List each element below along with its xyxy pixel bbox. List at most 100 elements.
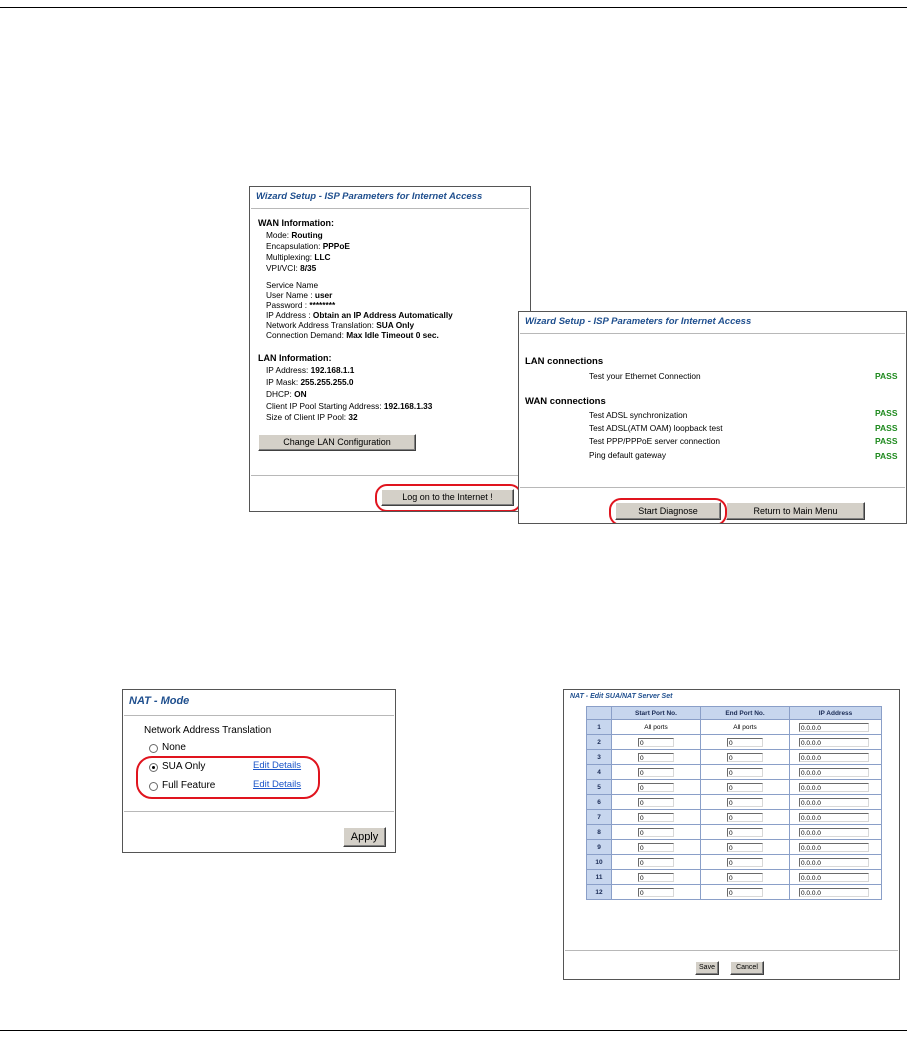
ip-address-input[interactable]: 0.0.0.0 (799, 737, 869, 747)
start-port-input[interactable]: 0 (638, 737, 674, 747)
table-row: 11 0 0 0.0.0.0 (586, 869, 882, 885)
end-port-cell: 0 (700, 869, 790, 885)
ip-cell: 0.0.0.0 (789, 779, 882, 795)
edit-details-link-sua[interactable]: Edit Details (253, 760, 301, 771)
row-index: 6 (586, 794, 612, 810)
diagnose-panel-title: Wizard Setup - ISP Parameters for Intern… (525, 316, 752, 327)
log-on-to-internet-button[interactable]: Log on to the Internet ! (381, 489, 514, 506)
column-header: IP Address (789, 706, 882, 720)
end-port-cell: All ports (700, 719, 790, 735)
row-index: 5 (586, 779, 612, 795)
table-row: 4 0 0 0.0.0.0 (586, 764, 882, 780)
start-port-input[interactable]: 0 (638, 887, 674, 897)
row-value: PPPoE (322, 241, 350, 251)
apply-button[interactable]: Apply (343, 827, 386, 847)
start-port-cell: 0 (611, 764, 701, 780)
ip-address-input[interactable]: 0.0.0.0 (799, 752, 869, 762)
wan-info-row: Password : ******** (266, 300, 335, 310)
end-port-cell: 0 (700, 764, 790, 780)
row-value: Max Idle Timeout 0 sec. (346, 330, 439, 340)
nat-mode-panel: NAT - Mode Network Address Translation N… (122, 689, 396, 853)
end-port-input[interactable]: 0 (727, 782, 763, 792)
wan-info-row: Mode: Routing (266, 230, 323, 240)
ip-address-input[interactable]: 0.0.0.0 (799, 857, 869, 867)
end-port-input[interactable]: 0 (727, 842, 763, 852)
divider (520, 487, 905, 488)
column-header: Start Port No. (611, 706, 701, 720)
end-port-input[interactable]: 0 (727, 767, 763, 777)
start-diagnose-button[interactable]: Start Diagnose (615, 502, 721, 520)
row-index: 4 (586, 764, 612, 780)
start-port-input[interactable]: 0 (638, 857, 674, 867)
row-label: VPI/VCI: (266, 263, 301, 273)
table-row: 7 0 0 0.0.0.0 (586, 809, 882, 825)
ip-address-input[interactable]: 0.0.0.0 (799, 827, 869, 837)
end-port-input[interactable]: 0 (727, 857, 763, 867)
ip-cell: 0.0.0.0 (789, 884, 882, 900)
start-port-input[interactable]: 0 (638, 782, 674, 792)
start-port-input[interactable]: 0 (638, 812, 674, 822)
return-to-main-menu-button[interactable]: Return to Main Menu (726, 502, 865, 520)
row-label: Encapsulation: (266, 241, 323, 251)
row-label: Client IP Pool Starting Address: (266, 401, 384, 411)
end-port-cell: 0 (700, 779, 790, 795)
row-label: User Name : (266, 290, 315, 300)
wan-connections-heading: WAN connections (525, 396, 606, 407)
row-label: IP Mask: (266, 377, 301, 387)
cancel-button[interactable]: Cancel (730, 961, 764, 975)
start-port-input[interactable]: 0 (638, 752, 674, 762)
end-port-input[interactable]: 0 (727, 827, 763, 837)
end-port-input[interactable]: 0 (727, 737, 763, 747)
radio-full-feature[interactable] (149, 782, 158, 791)
ip-address-input[interactable]: 0.0.0.0 (799, 722, 869, 732)
end-port-input[interactable]: 0 (727, 887, 763, 897)
divider (124, 715, 394, 716)
start-port-cell: 0 (611, 749, 701, 765)
radio-sua-only[interactable] (149, 763, 158, 772)
row-index: 10 (586, 854, 612, 870)
bottom-rule (0, 1030, 907, 1031)
start-port-input[interactable]: 0 (638, 767, 674, 777)
row-label: Size of Client IP Pool: (266, 412, 349, 422)
row-value: 255.255.255.0 (300, 377, 354, 387)
ip-address-input[interactable]: 0.0.0.0 (799, 887, 869, 897)
ip-cell: 0.0.0.0 (789, 719, 882, 735)
divider (251, 208, 529, 209)
start-port-input[interactable]: 0 (638, 827, 674, 837)
end-port-input[interactable]: 0 (727, 872, 763, 882)
ip-address-input[interactable]: 0.0.0.0 (799, 767, 869, 777)
ip-address-input[interactable]: 0.0.0.0 (799, 782, 869, 792)
ip-address-input[interactable]: 0.0.0.0 (799, 812, 869, 822)
ip-address-input[interactable]: 0.0.0.0 (799, 842, 869, 852)
wan-info-row: Encapsulation: PPPoE (266, 241, 350, 251)
end-port-cell: 0 (700, 824, 790, 840)
end-port-input[interactable]: 0 (727, 752, 763, 762)
end-port-input[interactable]: 0 (727, 812, 763, 822)
start-port-cell: 0 (611, 824, 701, 840)
radio-none[interactable] (149, 744, 158, 753)
end-port-cell: 0 (700, 854, 790, 870)
test-result-pass: PASS (875, 423, 898, 433)
row-label: Mode: (266, 230, 292, 240)
edit-details-link-full[interactable]: Edit Details (253, 779, 301, 790)
test-ping-gateway-label: Ping default gateway (589, 450, 667, 460)
ip-cell: 0.0.0.0 (789, 794, 882, 810)
start-port-cell: 0 (611, 779, 701, 795)
row-index: 8 (586, 824, 612, 840)
test-result-pass: PASS (875, 436, 898, 446)
ip-address-input[interactable]: 0.0.0.0 (799, 797, 869, 807)
start-port-input[interactable]: 0 (638, 872, 674, 882)
wan-info-row: Multiplexing: LLC (266, 252, 331, 262)
wan-info-row: VPI/VCI: 8/35 (266, 263, 316, 273)
start-port-input[interactable]: 0 (638, 842, 674, 852)
end-port-input[interactable]: 0 (727, 797, 763, 807)
wan-info-row: Connection Demand: Max Idle Timeout 0 se… (266, 330, 439, 340)
start-port-input[interactable]: 0 (638, 797, 674, 807)
change-lan-configuration-button[interactable]: Change LAN Configuration (258, 434, 416, 451)
ip-address-input[interactable]: 0.0.0.0 (799, 872, 869, 882)
table-row: 10 0 0 0.0.0.0 (586, 854, 882, 870)
test-result-pass: PASS (875, 451, 898, 461)
row-value: Obtain an IP Address Automatically (312, 310, 453, 320)
end-port-cell: 0 (700, 839, 790, 855)
save-button[interactable]: Save (695, 961, 719, 975)
